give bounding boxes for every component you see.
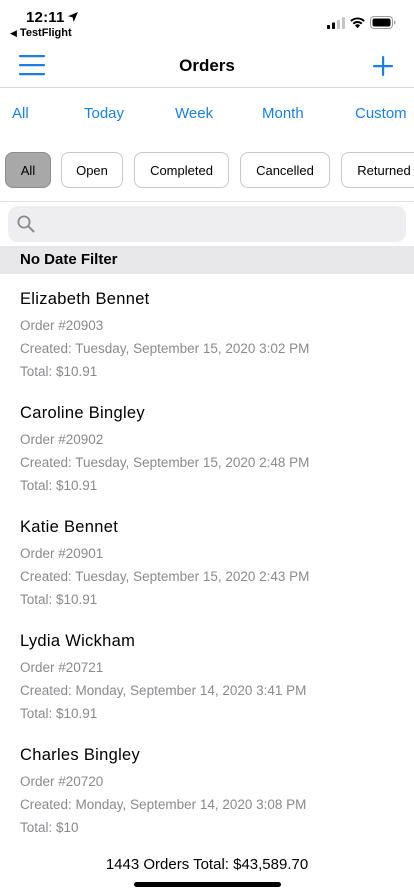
order-total: Total: $10.91 [20,592,98,607]
date-tab-custom[interactable]: Custom [355,105,407,122]
list-item[interactable]: Lydia Wickham Order #20721 Created: Mond… [0,616,414,730]
order-created: Created: Monday, September 14, 2020 3:08… [20,797,307,812]
customer-name: Katie Bennet [20,518,119,536]
customer-name: Lydia Wickham [20,632,136,650]
date-tab-month[interactable]: Month [262,105,304,122]
status-filter-chips: All Open Completed Cancelled Returned [0,140,414,202]
date-tab-week[interactable]: Week [175,105,213,122]
section-header: No Date Filter [0,246,414,274]
battery-icon [370,16,396,29]
order-number: Order #20721 [20,660,104,675]
customer-name: Caroline Bingley [20,404,145,422]
back-app-label: TestFlight [19,27,72,39]
chip-all[interactable]: All [5,152,51,188]
list-item[interactable]: Charles Bingley Order #20720 Created: Mo… [0,730,414,844]
search-bar [8,206,406,242]
order-total: Total: $10.91 [20,706,98,721]
customer-name: Charles Bingley [20,746,141,764]
date-filter-tabs: All Today Week Month Custom [0,88,414,140]
page-title: Orders [179,56,235,75]
search-input[interactable] [40,210,400,240]
nav-bar: Orders [0,44,414,88]
customer-name: Elizabeth Bennet [20,290,150,308]
back-to-app-link[interactable]: ◀ TestFlight [10,27,72,39]
orders-summary: 1443 Orders Total: $43,589.70 [105,856,309,873]
chip-cancelled[interactable]: Cancelled [240,152,330,188]
order-created: Created: Monday, September 14, 2020 3:41… [20,683,307,698]
location-arrow-icon [68,12,78,22]
order-created: Created: Tuesday, September 15, 2020 2:4… [20,455,310,470]
order-number: Order #20720 [20,774,104,789]
order-number: Order #20902 [20,432,104,447]
order-number: Order #20901 [20,546,104,561]
status-bar: 12:11 ◀ TestFlight [0,0,414,44]
wifi-icon [350,17,365,29]
search-icon [17,215,35,233]
chip-completed[interactable]: Completed [134,152,229,188]
date-tab-today[interactable]: Today [84,105,124,122]
order-number: Order #20903 [20,318,104,333]
cellular-signal-icon [327,17,345,29]
chip-open[interactable]: Open [61,152,123,188]
order-total: Total: $10.91 [20,364,98,379]
order-total: Total: $10.91 [20,478,98,493]
order-created: Created: Tuesday, September 15, 2020 2:4… [20,569,310,584]
status-time: 12:11 [26,9,65,26]
order-created: Created: Tuesday, September 15, 2020 3:0… [20,341,310,356]
date-tab-all[interactable]: All [12,105,29,122]
plus-icon[interactable] [372,55,394,77]
list-item[interactable]: Caroline Bingley Order #20902 Created: T… [0,388,414,502]
back-triangle-icon: ◀ [10,28,17,38]
orders-list: Elizabeth Bennet Order #20903 Created: T… [0,274,414,844]
order-total: Total: $10 [20,820,79,835]
list-item[interactable]: Elizabeth Bennet Order #20903 Created: T… [0,274,414,388]
chip-returned[interactable]: Returned [341,152,414,188]
home-indicator[interactable] [134,882,281,887]
list-item[interactable]: Katie Bennet Order #20901 Created: Tuesd… [0,502,414,616]
section-header-label: No Date Filter [20,251,118,268]
